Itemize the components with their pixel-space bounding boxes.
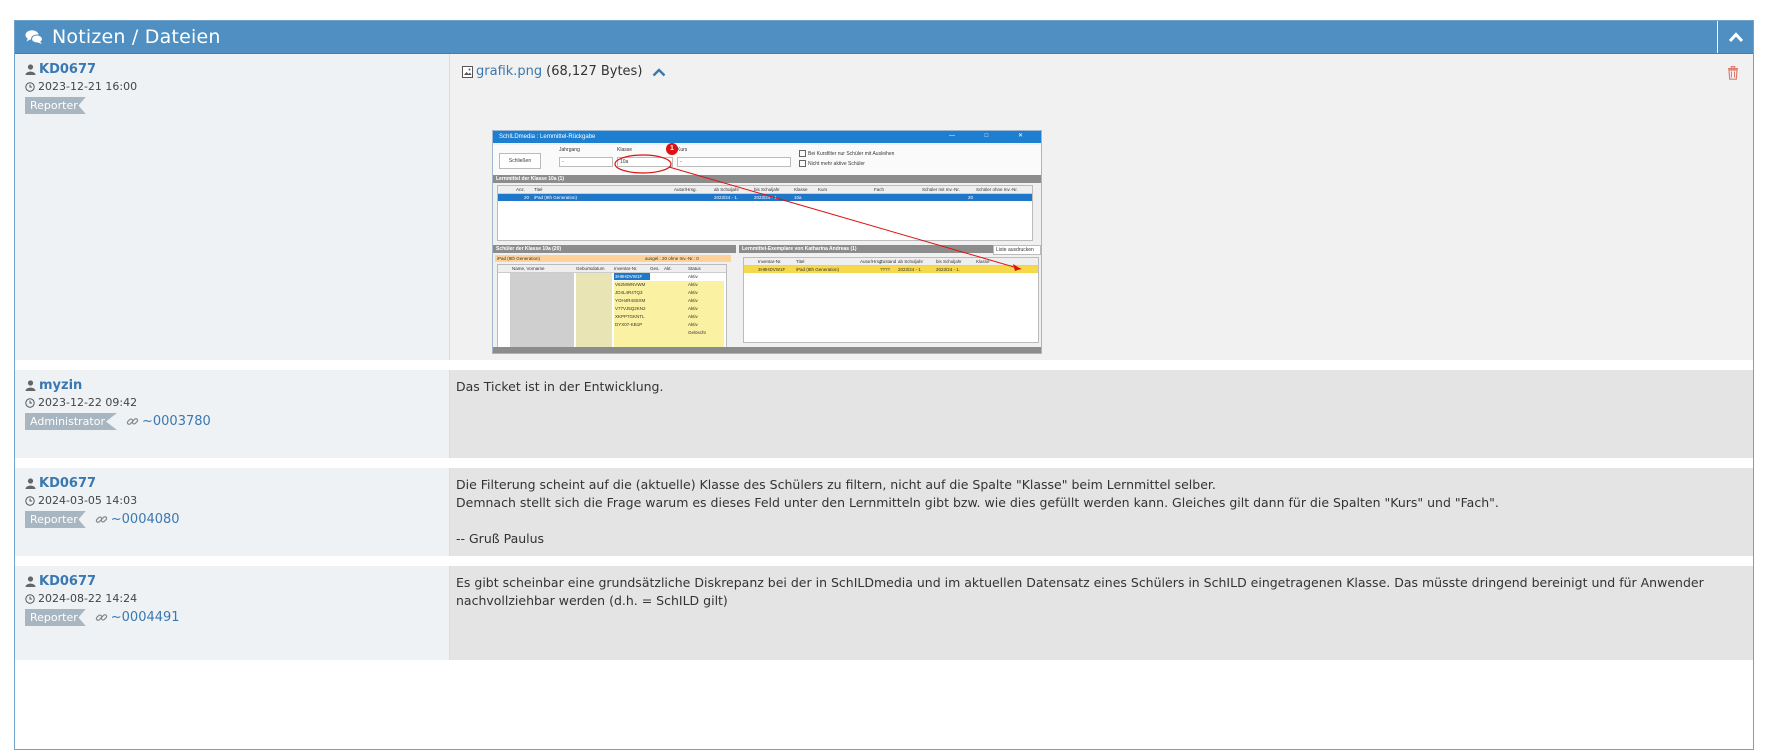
note-permalink[interactable]: ~0004080: [95, 512, 180, 527]
annotation-marker: 1: [666, 143, 678, 155]
note-meta: KD0677 2024-03-05 14:03 Reporter ~000408…: [15, 468, 450, 556]
note-line: Das Ticket ist in der Entwicklung.: [456, 379, 664, 394]
trash-icon[interactable]: [1727, 66, 1739, 80]
date-text: 2024-08-22 14:24: [38, 592, 138, 605]
image-file-icon: [462, 65, 473, 78]
note-body: Die Filterung scheint auf die (aktuelle)…: [450, 468, 1753, 556]
note-meta: myzin 2023-12-22 09:42 Administrator ~00…: [15, 370, 450, 458]
role-badge: Administrator: [25, 413, 117, 430]
note-line: Es gibt scheinbar eine grundsätzliche Di…: [456, 575, 1704, 590]
collapse-button[interactable]: [1717, 21, 1753, 53]
note-text: Es gibt scheinbar eine grundsätzliche Di…: [456, 574, 1747, 610]
author-name: myzin: [39, 378, 83, 393]
annotation-overlay: [614, 154, 1022, 271]
note-author[interactable]: KD0677: [25, 476, 439, 491]
note-line: Die Filterung scheint auf die (aktuelle)…: [456, 477, 1216, 492]
link-icon: [126, 418, 139, 425]
link-icon: [95, 516, 107, 523]
attachment-line: grafik.png (68,127 Bytes): [462, 64, 1747, 79]
chevron-up-icon: [1728, 32, 1743, 43]
note-author[interactable]: KD0677: [25, 62, 439, 77]
image-preview-frame: SchILDmedia : Lernmittel-Rückgabe — □ ✕ …: [456, 82, 1599, 354]
permalink-text: ~0003780: [142, 414, 211, 429]
note-entry: KD0677 2023-12-21 16:00 Reporter grafik.…: [15, 54, 1753, 360]
role-badge: Reporter: [25, 511, 86, 528]
note-date: 2024-08-22 14:24: [25, 592, 439, 605]
note-body: grafik.png (68,127 Bytes) SchILDmedia : …: [450, 54, 1753, 360]
attachment-link[interactable]: grafik.png: [476, 64, 542, 79]
clock-icon: [25, 495, 35, 506]
note-body: Es gibt scheinbar eine grundsätzliche Di…: [450, 566, 1753, 660]
permalink-text: ~0004491: [110, 610, 180, 625]
note-permalink[interactable]: ~0003780: [126, 414, 211, 429]
user-icon: [25, 64, 36, 75]
note-author[interactable]: myzin: [25, 378, 439, 393]
note-entry: KD0677 2024-08-22 14:24 Reporter ~000449…: [15, 566, 1753, 660]
note-date: 2024-03-05 14:03: [25, 494, 439, 507]
note-body: Das Ticket ist in der Entwicklung.: [450, 370, 1753, 458]
date-text: 2024-03-05 14:03: [38, 494, 138, 507]
panel-title: Notizen / Dateien: [52, 26, 221, 48]
note-meta: KD0677 2023-12-21 16:00 Reporter: [15, 54, 450, 360]
author-name: KD0677: [39, 476, 97, 491]
note-line: -- Gruß Paulus: [456, 531, 545, 546]
note-date: 2023-12-21 16:00: [25, 80, 439, 93]
author-name: KD0677: [39, 574, 97, 589]
note-meta: KD0677 2024-08-22 14:24 Reporter ~000449…: [15, 566, 450, 660]
author-name: KD0677: [39, 62, 97, 77]
clock-icon: [25, 593, 35, 604]
note-entry: KD0677 2024-03-05 14:03 Reporter ~000408…: [15, 468, 1753, 556]
comments-icon: [25, 30, 43, 44]
clock-icon: [25, 81, 35, 92]
chevron-up-icon[interactable]: [652, 67, 666, 77]
panel-header: Notizen / Dateien: [15, 21, 1753, 54]
role-badge: Reporter: [25, 609, 86, 626]
note-permalink[interactable]: ~0004491: [95, 610, 180, 625]
clock-icon: [25, 397, 35, 408]
note-line: nachvollziehbar werden (d.h. = SchILD gi…: [456, 593, 728, 608]
notes-panel: Notizen / Dateien KD0677 2023-12-21 16:0…: [14, 20, 1754, 750]
date-text: 2023-12-21 16:00: [38, 80, 138, 93]
user-icon: [25, 576, 36, 587]
attachment-size: (68,127 Bytes): [546, 64, 643, 79]
attachment-image: SchILDmedia : Lernmittel-Rückgabe — □ ✕ …: [492, 130, 1042, 354]
date-text: 2023-12-22 09:42: [38, 396, 138, 409]
note-entry: myzin 2023-12-22 09:42 Administrator ~00…: [15, 370, 1753, 458]
note-line: Demnach stellt sich die Frage warum es d…: [456, 495, 1499, 510]
note-date: 2023-12-22 09:42: [25, 396, 439, 409]
user-icon: [25, 380, 36, 391]
link-icon: [95, 614, 107, 621]
note-text: Die Filterung scheint auf die (aktuelle)…: [456, 476, 1747, 548]
permalink-text: ~0004080: [110, 512, 180, 527]
note-line: [456, 512, 1747, 530]
note-text: Das Ticket ist in der Entwicklung.: [456, 378, 1747, 396]
user-icon: [25, 478, 36, 489]
note-author[interactable]: KD0677: [25, 574, 439, 589]
role-badge: Reporter: [25, 97, 86, 114]
